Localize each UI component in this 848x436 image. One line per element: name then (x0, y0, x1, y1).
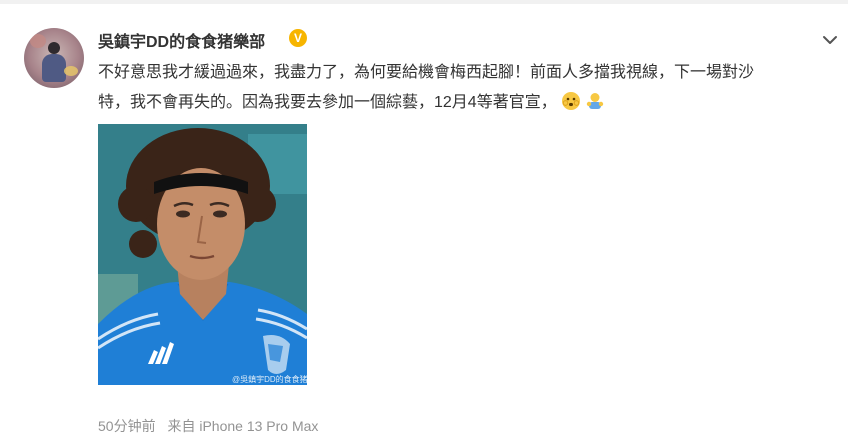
post-source: 来自 iPhone 13 Pro Max (167, 418, 319, 434)
top-divider (0, 0, 848, 4)
embarrassed-face-icon (561, 92, 580, 110)
username[interactable]: 吳鎮宇DD的食食猪樂部 (98, 28, 265, 52)
verified-badge-icon: V (289, 29, 307, 47)
photo-watermark: @吳鎮宇DD的食食猪樂部 (232, 375, 307, 384)
avatar-decoration-2 (64, 66, 78, 76)
post-meta: 50分钟前 来自 iPhone 13 Pro Max (98, 416, 326, 436)
post-text: 不好意思我才緩過過來，我盡力了，為何要給機會梅西起腳！前面人多擋我視線，下一場對… (98, 58, 818, 118)
hug-emoji-icon (586, 93, 603, 109)
post-text-line-1: 不好意思我才緩過過來，我盡力了，為何要給機會梅西起腳！前面人多擋我視線，下一場對… (98, 64, 755, 81)
avatar[interactable] (24, 28, 84, 88)
avatar-decoration (30, 34, 46, 48)
avatar-figure-body (42, 54, 66, 82)
chevron-down-icon[interactable] (820, 30, 840, 50)
post-text-line-2-content: 特，我不會再失的。因為我要去參加一個綜藝，12月4等著官宣， (98, 94, 557, 111)
post-text-line-2: 特，我不會再失的。因為我要去參加一個綜藝，12月4等著官宣， (98, 88, 818, 118)
post-time[interactable]: 50分钟前 (98, 418, 156, 434)
goalkeeper-photo (98, 124, 307, 385)
avatar-figure-head (48, 42, 60, 54)
post-image[interactable]: @吳鎮宇DD的食食猪樂部 (98, 124, 307, 385)
